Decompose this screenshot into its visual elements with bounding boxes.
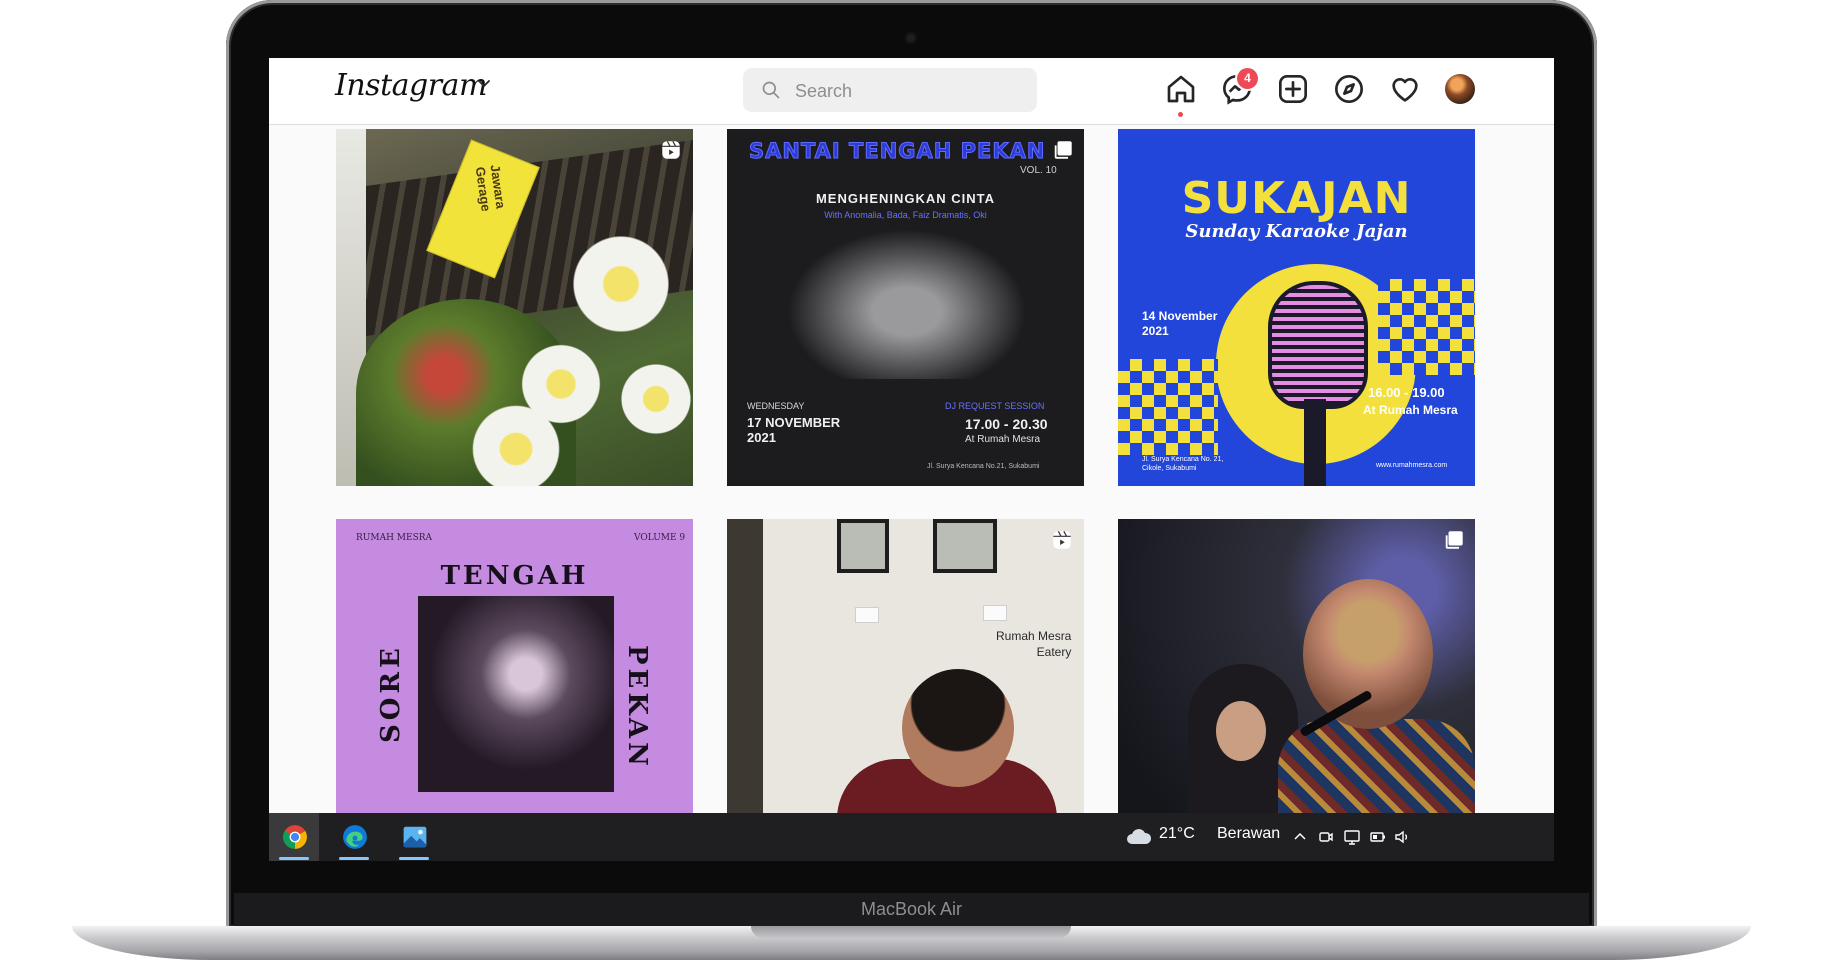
webcam xyxy=(907,34,915,42)
messages-badge: 4 xyxy=(1237,68,1258,89)
post-1-flower xyxy=(616,359,693,439)
post-2-title: SANTAI TENGAH PEKAN xyxy=(748,139,1046,164)
open-app-indicator xyxy=(399,857,429,860)
post-4-right-text: PEKAN xyxy=(622,645,652,770)
multiple-images-icon xyxy=(1054,141,1072,159)
post-5-person-head xyxy=(902,669,1014,787)
post-4-photo xyxy=(418,596,614,792)
post-5-outlet xyxy=(983,605,1007,621)
post-2-with: With Anomalia, Bada, Faiz Dramatis, Oki xyxy=(824,210,987,220)
new-post-icon[interactable] xyxy=(1277,73,1309,105)
explore-icon[interactable] xyxy=(1333,73,1365,105)
open-app-indicator xyxy=(339,857,369,860)
taskbar: 21°C Berawan xyxy=(269,813,1554,861)
battery-icon[interactable] xyxy=(1369,828,1387,846)
network-display-icon[interactable] xyxy=(1343,828,1361,846)
post-1-flower xyxy=(566,229,676,339)
post-3-subtitle: Sunday Karaoke Jajan xyxy=(1185,221,1408,242)
post-tile-4[interactable]: RUMAH MESRA VOLUME 9 TENGAH SORE PEKAN xyxy=(336,519,693,861)
chevron-down-icon[interactable] xyxy=(472,72,496,96)
post-2-venue: At Rumah Mesra xyxy=(965,434,1041,445)
post-2-heading: MENGHENINGKAN CINTA xyxy=(815,191,996,206)
post-tile-3[interactable]: SUKAJAN Sunday Karaoke Jajan 14 November… xyxy=(1118,129,1475,486)
post-5-outlet xyxy=(855,607,879,623)
home-active-dot xyxy=(1178,112,1183,117)
post-2-address: Jl. Surya Kencana No.21, Sukabumi xyxy=(927,463,1040,470)
chrome-icon[interactable] xyxy=(269,813,319,861)
search-bar[interactable]: Search xyxy=(743,68,1037,112)
post-3-mic-stand xyxy=(1304,399,1326,486)
post-4-volume: VOLUME 9 xyxy=(634,533,686,543)
weather-condition[interactable]: Berawan xyxy=(1217,825,1280,843)
post-3-checker xyxy=(1118,359,1218,455)
active-app-indicator xyxy=(279,857,309,860)
microphone-icon xyxy=(1268,281,1368,409)
post-4-left-text: SORE xyxy=(376,644,406,743)
weather-temperature[interactable]: 21°C xyxy=(1159,825,1195,843)
post-4-brand: RUMAH MESRA xyxy=(356,533,433,543)
post-5-wall-frame xyxy=(837,519,889,573)
post-2-time: 17.00 - 20.30 xyxy=(965,416,1048,432)
post-3-time: 16.00 - 19.00 xyxy=(1368,385,1445,400)
instagram-header: Instagram Search 4 xyxy=(269,58,1554,125)
cloud-weather-icon[interactable] xyxy=(1125,826,1153,846)
edge-icon[interactable] xyxy=(329,813,379,861)
search-input[interactable]: Search xyxy=(795,81,852,102)
post-tile-5[interactable]: Rumah Mesra Eatery xyxy=(727,519,1084,861)
chevron-up-icon[interactable] xyxy=(1291,828,1309,846)
reel-icon xyxy=(662,141,680,159)
post-4-title: TENGAH xyxy=(440,561,589,591)
post-2-day: WEDNESDAY xyxy=(747,401,805,411)
post-2-volume: VOL. 10 xyxy=(1020,165,1057,176)
post-2-photo xyxy=(787,229,1027,379)
post-tile-1[interactable]: Jawara Gerage xyxy=(336,129,693,486)
photos-icon[interactable] xyxy=(389,813,439,861)
multiple-images-icon xyxy=(1445,531,1463,549)
laptop-chin: MacBook Air xyxy=(234,893,1589,927)
post-2-date: 17 NOVEMBER 2021 xyxy=(747,415,841,445)
post-3-venue: At Rumah Mesra xyxy=(1363,403,1458,417)
screen: Instagram Search 4 Jawara Gerage SANTAI … xyxy=(269,58,1554,861)
post-1-sign-text: Jawara Gerage xyxy=(472,163,509,213)
activity-heart-icon[interactable] xyxy=(1389,73,1421,105)
meet-now-icon[interactable] xyxy=(1317,828,1335,846)
post-tile-2[interactable]: SANTAI TENGAH PEKAN VOL. 10 MENGHENINGKA… xyxy=(727,129,1084,486)
home-icon[interactable] xyxy=(1165,73,1197,105)
volume-icon[interactable] xyxy=(1393,828,1411,846)
post-3-address: Jl. Surya Kencana No. 21, Cikole, Sukabu… xyxy=(1142,456,1224,472)
post-6-singer-1-face xyxy=(1216,701,1266,761)
search-icon xyxy=(762,81,780,99)
post-5-wall-frame xyxy=(933,519,997,573)
post-3-title: SUKAJAN xyxy=(1181,173,1412,224)
profile-avatar[interactable] xyxy=(1445,74,1475,104)
post-2-session: DJ REQUEST SESSION xyxy=(945,401,1045,411)
reel-icon xyxy=(1053,531,1071,549)
post-6-singer-2-head xyxy=(1303,579,1433,729)
instagram-logo[interactable]: Instagram xyxy=(335,68,487,103)
post-5-label: Rumah Mesra Eatery xyxy=(996,629,1072,659)
post-tile-6[interactable] xyxy=(1118,519,1475,861)
post-3-date: 14 November 2021 xyxy=(1142,309,1218,338)
post-3-website: www.rumahmesra.com xyxy=(1376,462,1448,469)
post-3-checker xyxy=(1378,279,1475,375)
device-label: MacBook Air xyxy=(860,899,963,919)
laptop-hinge-notch xyxy=(751,926,1071,938)
